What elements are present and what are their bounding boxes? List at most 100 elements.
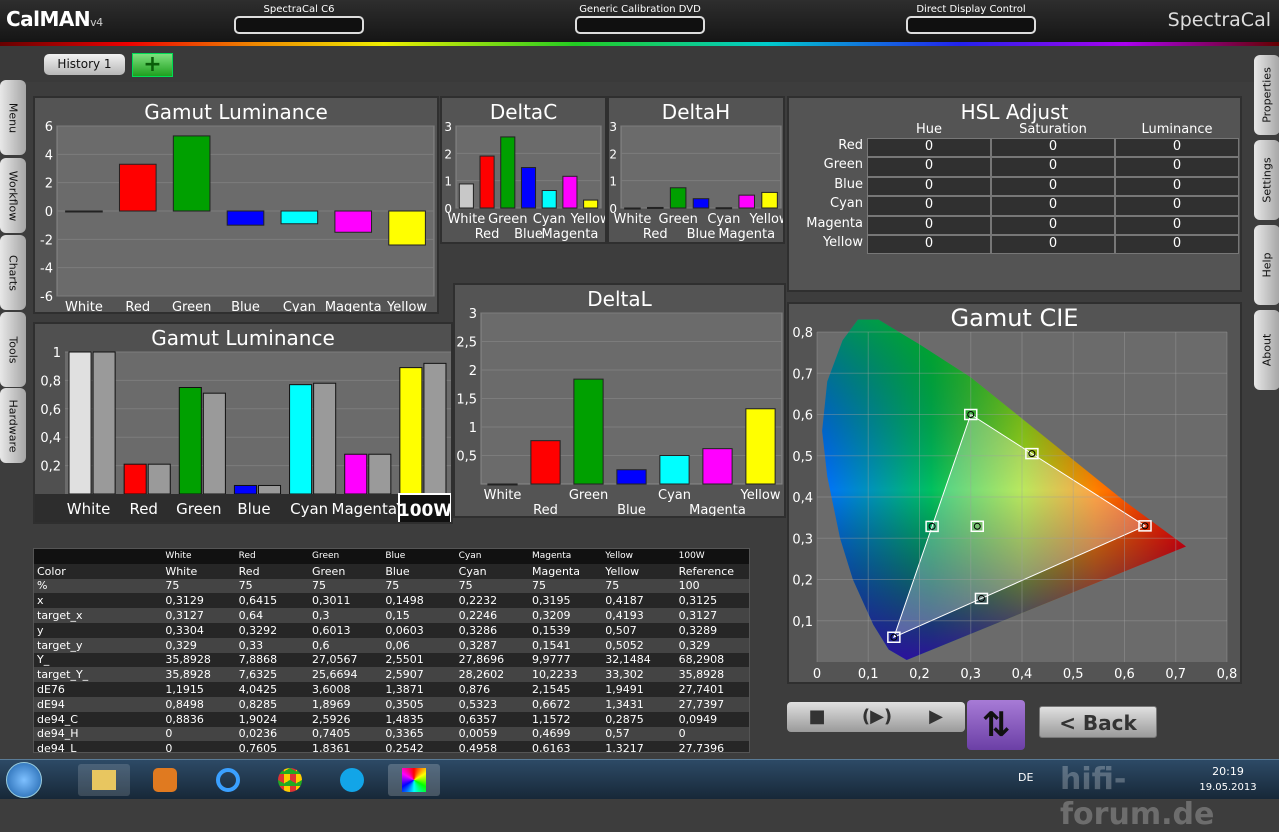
table-row: y 0,3304 0,3292 0,6013 0,0603 0,3286 0,1539 0,5… xyxy=(34,622,749,638)
table-cell: 0,3289 xyxy=(675,622,749,638)
skype-icon[interactable] xyxy=(326,764,378,796)
history-tab[interactable]: History 1 xyxy=(44,54,125,75)
table-cell: 1,1915 xyxy=(162,682,236,697)
table-cell: 1,8361 xyxy=(308,741,383,752)
bar-red xyxy=(530,440,561,485)
language-indicator[interactable]: DE xyxy=(1018,771,1033,784)
table-cell: 75 xyxy=(382,578,456,594)
table-cell: Yellow xyxy=(602,563,676,579)
table-cell: 0,3505 xyxy=(382,696,456,712)
table-cell: 1,4835 xyxy=(382,711,456,727)
y-tick-label: 0,5 xyxy=(456,450,477,465)
bar-red xyxy=(647,206,664,209)
source-generic-dvd[interactable]: Generic Calibration DVD xyxy=(575,4,705,34)
calman-taskbar-icon[interactable] xyxy=(388,764,440,796)
left-tab-workflow[interactable]: Workflow xyxy=(0,158,26,233)
table-cell: 0,3 xyxy=(308,608,383,623)
calman-logo: CalMANv4 xyxy=(6,7,103,31)
right-tab-properties[interactable]: Properties xyxy=(1254,55,1279,135)
panel-title: DeltaC xyxy=(489,100,558,124)
clock-date[interactable]: 19.05.2013 xyxy=(1198,782,1258,793)
right-tab-help[interactable]: Help xyxy=(1254,225,1279,305)
add-history-button[interactable]: + xyxy=(132,53,173,77)
x-tick-label: 0,3 xyxy=(960,667,981,682)
table-cell: 0,6013 xyxy=(308,622,383,638)
chrome-icon[interactable] xyxy=(264,764,316,796)
explorer-icon[interactable] xyxy=(78,764,130,796)
hsl-value-cell[interactable]: 0 xyxy=(991,138,1115,158)
hsl-value-cell[interactable]: 0 xyxy=(1115,157,1239,177)
table-cell: 2,1545 xyxy=(528,682,603,697)
left-tab-menu[interactable]: Menu xyxy=(0,80,26,155)
play-button[interactable]: ▶ xyxy=(907,702,965,732)
bar-green xyxy=(669,187,687,209)
back-button[interactable]: < Back xyxy=(1039,706,1157,738)
hsl-value-cell[interactable]: 0 xyxy=(867,176,991,197)
right-tab-about[interactable]: About xyxy=(1254,310,1279,390)
bar-cyan xyxy=(659,455,690,485)
left-tab-hardware[interactable]: Hardware xyxy=(0,388,26,463)
table-cell: 0,64 xyxy=(235,608,309,623)
bar-green-reference xyxy=(202,392,226,495)
bar-yellow xyxy=(583,199,599,209)
hsl-value-cell[interactable]: 0 xyxy=(991,196,1115,216)
start-button[interactable] xyxy=(6,762,42,798)
panel-title: Gamut Luminance xyxy=(144,100,328,124)
media-player-icon[interactable] xyxy=(139,764,191,796)
table-cell xyxy=(34,549,163,564)
table-cell: 0,6163 xyxy=(528,741,603,752)
hsl-value-cell[interactable]: 0 xyxy=(1115,138,1239,158)
hsl-value-cell[interactable]: 0 xyxy=(867,157,991,177)
y-tick-label: 2 xyxy=(444,147,452,161)
source-display-control[interactable]: Direct Display Control xyxy=(906,4,1036,34)
x-tick-label: 0,2 xyxy=(909,667,930,682)
bar-cyan xyxy=(280,210,319,225)
bar-red-reference xyxy=(147,463,171,495)
hsl-value-cell[interactable]: 0 xyxy=(991,176,1115,197)
bar-magenta xyxy=(702,448,733,485)
left-tab-tools[interactable]: Tools xyxy=(0,312,26,387)
hsl-value-cell[interactable]: 0 xyxy=(867,234,991,255)
swap-icon[interactable]: ⇅ xyxy=(967,700,1025,750)
hsl-value-cell[interactable]: 0 xyxy=(991,234,1115,255)
hsl-value-cell[interactable]: 0 xyxy=(1115,196,1239,216)
hsl-value-cell[interactable]: 0 xyxy=(1115,234,1239,255)
hsl-adjust-panel: HSL Adjust Hue Saturation Luminance Red 0 0 0 G… xyxy=(787,96,1242,292)
y-tick-label: 2 xyxy=(45,177,53,192)
table-cell: 4,0425 xyxy=(235,682,309,697)
table-cell: 32,1484 xyxy=(602,652,676,668)
table-cell: de94_L xyxy=(34,741,163,752)
internet-explorer-icon[interactable] xyxy=(202,764,254,796)
table-cell: 75 xyxy=(162,578,236,594)
table-cell: 0,2246 xyxy=(455,608,529,623)
hsl-value-cell[interactable]: 0 xyxy=(991,215,1115,235)
hsl-value-cell[interactable]: 0 xyxy=(1115,176,1239,197)
x-tick-label: 0,7 xyxy=(1165,667,1186,682)
stop-button[interactable]: ■ xyxy=(787,702,847,732)
hsl-row: Blue 0 0 0 xyxy=(789,176,1240,197)
clock-time[interactable]: 20:19 xyxy=(1198,765,1258,778)
x-tick-label: Magenta xyxy=(325,300,382,312)
table-cell: 27,7401 xyxy=(675,682,749,697)
gamut-luminance-bottom-chart: 10,80,60,40,2White Red Green Blue Cyan Magent… xyxy=(35,346,451,522)
x-tick-label: 0 xyxy=(813,667,821,682)
bar-green xyxy=(172,135,211,212)
table-cell: Cyan xyxy=(455,549,529,564)
hsl-value-cell[interactable]: 0 xyxy=(991,157,1115,177)
play-loop-button[interactable]: (▶) xyxy=(847,702,907,732)
bar-yellow-reference xyxy=(423,362,447,495)
bar-yellow-measured xyxy=(399,367,423,495)
x-tick-label: Cyan xyxy=(658,488,691,503)
hsl-value-cell[interactable]: 0 xyxy=(867,196,991,216)
y-tick-label: 0,3 xyxy=(792,532,813,547)
y-tick-label: 0,4 xyxy=(792,491,813,506)
left-tab-charts[interactable]: Charts xyxy=(0,235,26,310)
right-tab-settings[interactable]: Settings xyxy=(1254,140,1279,220)
source-spectracal[interactable]: SpectraCal C6 xyxy=(234,4,364,34)
hsl-value-cell[interactable]: 0 xyxy=(867,215,991,235)
app-header: CalMANv4 SpectraCal C6 Generic Calibrati… xyxy=(0,0,1279,42)
bar-cyan xyxy=(541,190,557,209)
y-tick-label: 0,8 xyxy=(40,374,61,389)
hsl-value-cell[interactable]: 0 xyxy=(867,138,991,158)
hsl-value-cell[interactable]: 0 xyxy=(1115,215,1239,235)
